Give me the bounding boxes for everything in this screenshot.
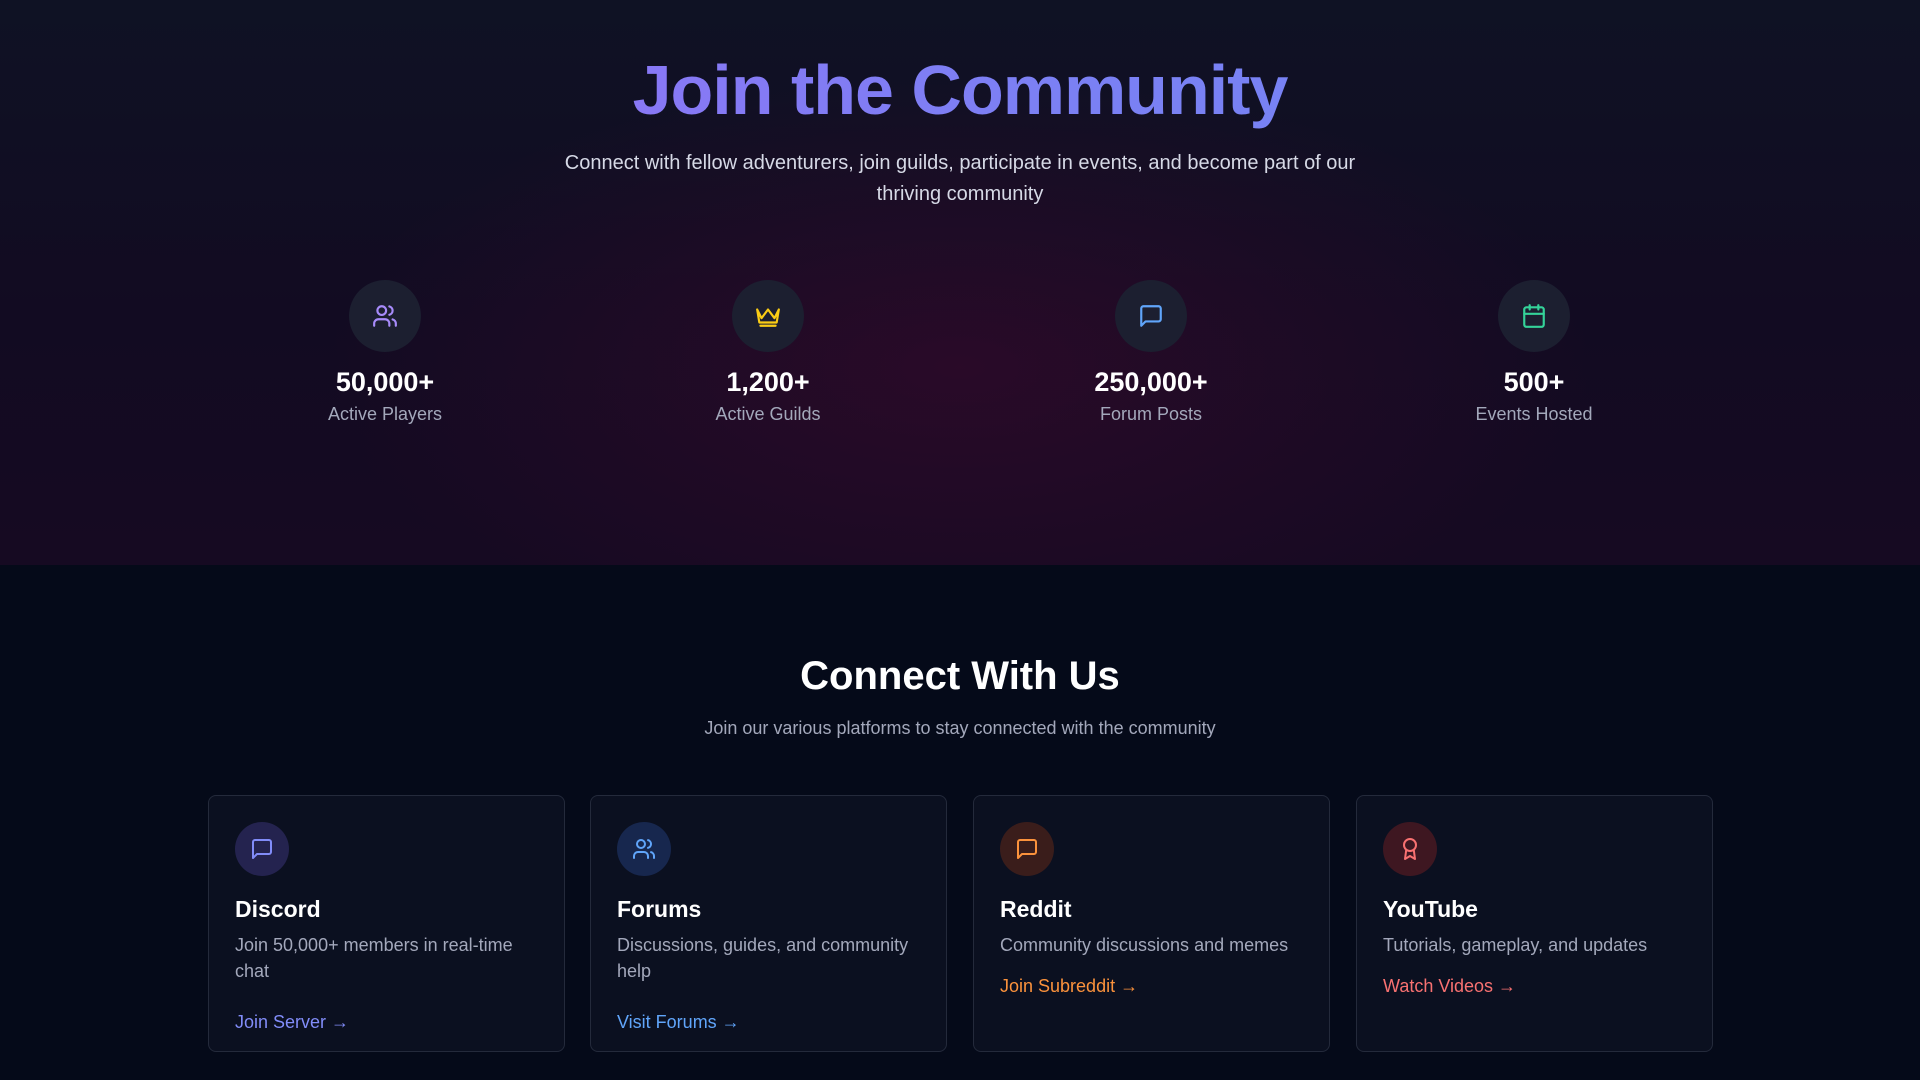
hero-section: Join the Community Connect with fellow a… [0,0,1920,565]
calendar-icon [1498,280,1570,352]
card-title: Reddit [1000,896,1072,922]
card-discord: Discord Join 50,000+ members in real-tim… [208,795,565,1052]
connect-title: Connect With Us [800,654,1120,698]
message-icon [1000,822,1054,876]
card-title: Discord [235,896,321,922]
connect-subtitle: Join our various platforms to stay conne… [704,718,1216,738]
card-description: Discussions, guides, and community help [617,935,909,981]
stat-forum-posts: 250,000+ Forum Posts [1001,280,1301,426]
hero-title: Join the Community [0,48,1920,132]
card-youtube: YouTube Tutorials, gameplay, and updates… [1356,795,1713,1052]
card-reddit: Reddit Community discussions and memes J… [973,795,1330,1052]
stat-label: Forum Posts [1099,404,1203,424]
card-description: Community discussions and memes [1000,935,1289,955]
stat-label: Active Guilds [715,404,821,424]
visit-forums-link[interactable]: Visit Forums → [617,1010,740,1034]
crown-icon [732,280,804,352]
card-forums: Forums Discussions, guides, and communit… [590,795,947,1052]
hero-subtitle: Connect with fellow adventurers, join gu… [564,152,1356,205]
message-icon [235,822,289,876]
stat-value: 1,200+ [726,367,810,397]
stat-active-players: 50,000+ Active Players [235,280,535,426]
stat-value: 250,000+ [1094,367,1208,397]
stat-events-hosted: 500+ Events Hosted [1384,280,1684,426]
award-icon [1383,822,1437,876]
join-server-link[interactable]: Join Server → [235,1010,349,1034]
card-title: YouTube [1383,896,1478,922]
stat-value: 50,000+ [335,367,435,397]
card-description: Tutorials, gameplay, and updates [1383,935,1648,955]
users-icon [349,280,421,352]
stat-label: Active Players [327,404,443,424]
message-icon [1115,280,1187,352]
stat-label: Events Hosted [1475,404,1593,424]
card-title: Forums [617,896,702,922]
watch-videos-link[interactable]: Watch Videos → [1383,974,1516,998]
users-icon [617,822,671,876]
stat-active-guilds: 1,200+ Active Guilds [618,280,918,426]
stat-value: 500+ [1503,367,1565,397]
card-description: Join 50,000+ members in real-time chat [235,935,513,981]
join-subreddit-link[interactable]: Join Subreddit → [1000,974,1138,998]
